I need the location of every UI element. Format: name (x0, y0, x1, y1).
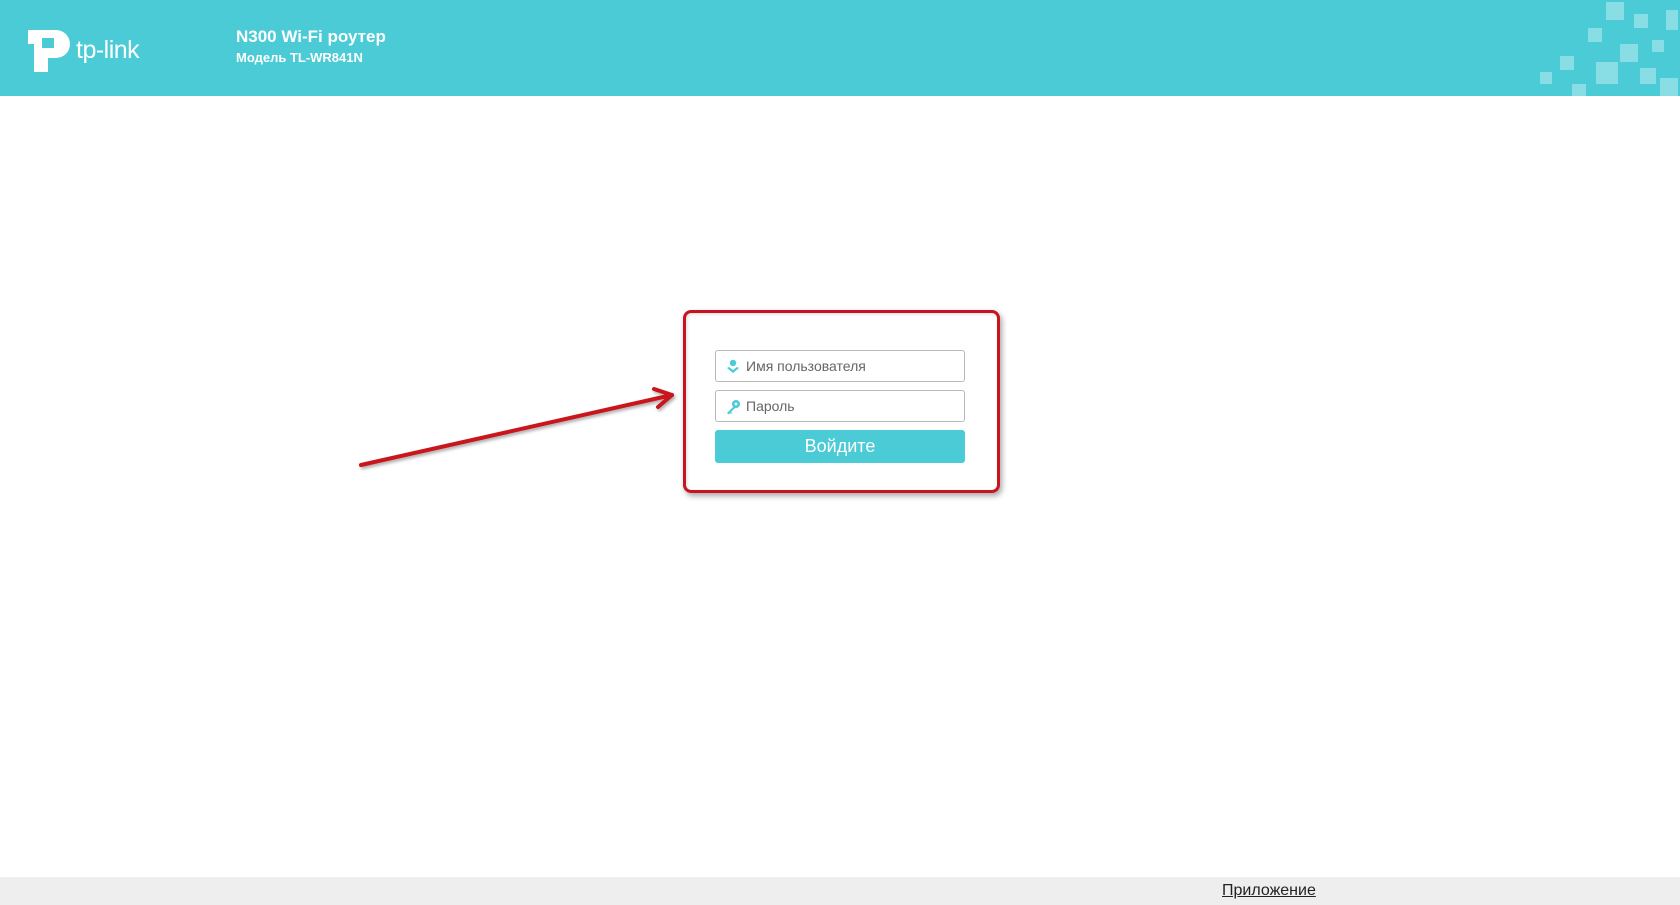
login-button[interactable]: Войдите (715, 430, 965, 463)
password-input[interactable] (746, 391, 960, 421)
app-link[interactable]: Приложение (1222, 882, 1316, 900)
footer-bar: Приложение (0, 877, 1680, 905)
username-input[interactable] (746, 351, 960, 381)
tp-link-logo-icon (28, 30, 70, 72)
password-field[interactable] (715, 390, 965, 422)
brand-name: tp-link (76, 36, 140, 64)
user-icon (727, 359, 739, 373)
product-title: N300 Wi-Fi роутер (236, 27, 386, 46)
device-titles: N300 Wi-Fi роутер Модель TL-WR841N (236, 27, 386, 66)
key-icon (727, 400, 740, 415)
model-title: Модель TL-WR841N (236, 50, 363, 65)
router-login-page: tp-link N300 Wi-Fi роутер Модель TL-WR84… (0, 0, 1680, 905)
header-bar: tp-link N300 Wi-Fi роутер Модель TL-WR84… (0, 0, 1680, 96)
annotation-arrow (359, 387, 674, 467)
username-field[interactable] (715, 350, 965, 382)
header-decoration-pattern (1540, 2, 1678, 96)
tp-link-logo: tp-link (24, 26, 164, 78)
